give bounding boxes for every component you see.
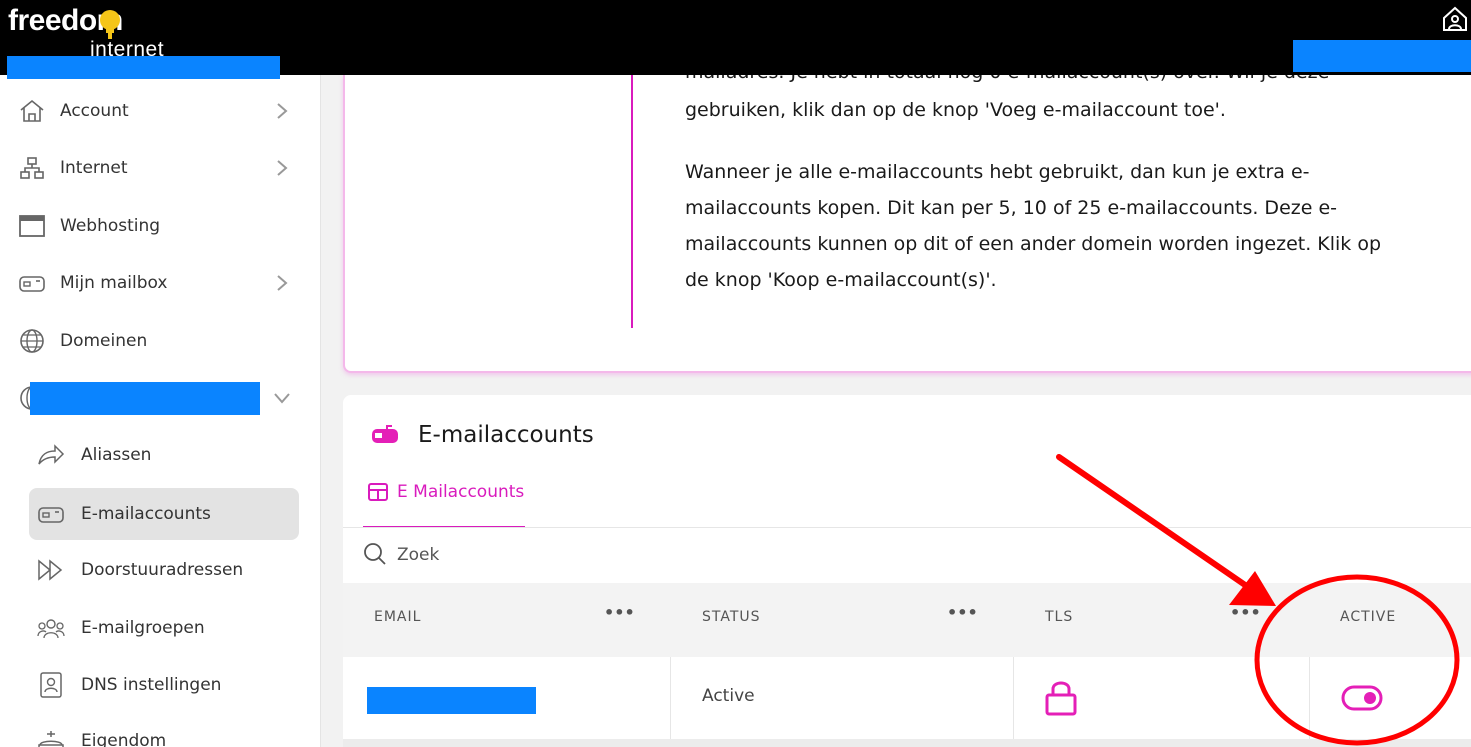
sidebar-item-eigendom[interactable]: Eigendom <box>29 715 299 747</box>
table-row[interactable] <box>343 739 1471 747</box>
search-icon <box>364 543 386 565</box>
cell-divider <box>1309 657 1310 739</box>
chevron-right-icon <box>277 275 288 291</box>
redacted-user-button[interactable] <box>1293 40 1471 72</box>
status-text: Active <box>702 686 755 706</box>
bulb-icon <box>100 10 120 39</box>
sidebar-item-e-mailaccounts[interactable]: E-mailaccounts <box>29 488 299 540</box>
sidebar-item-label: Aliassen <box>81 445 152 465</box>
mailbox-icon <box>372 425 398 443</box>
table-row[interactable]: Active <box>343 657 1471 739</box>
info-accent-line <box>631 75 633 328</box>
redacted-account-name <box>7 56 280 79</box>
sidebar-item-e-mailgroepen[interactable]: E-mailgroepen <box>29 602 299 654</box>
top-bar: freedom internet <box>0 0 1471 79</box>
chevron-right-icon <box>277 160 288 176</box>
sidebar-item-label: Eigendom <box>81 731 167 747</box>
cell-divider <box>670 657 671 739</box>
mailbox-icon <box>18 269 46 297</box>
chevron-down-icon <box>274 393 290 404</box>
column-menu-email[interactable]: ••• <box>604 603 635 622</box>
sidebar: Account Internet Webhosting Mijn mailbox… <box>0 75 321 747</box>
sidebar-item-doorstuuradressen[interactable]: Doorstuuradressen <box>29 544 299 596</box>
sidebar-item-domeinen[interactable]: Domeinen <box>0 315 320 367</box>
mailbox-icon <box>37 500 65 528</box>
column-header-active[interactable]: ACTIVE <box>1340 609 1396 625</box>
column-menu-tls[interactable]: ••• <box>1230 603 1261 622</box>
sidebar-item-account[interactable]: Account <box>0 85 320 137</box>
info-card: mailadres. Je hebt in totaal nog 0 e-mai… <box>343 61 1471 373</box>
sidebar-item-label: E-mailgroepen <box>81 618 205 638</box>
table-icon <box>368 483 388 501</box>
info-paragraph-2: Wanneer je alle e-mailaccounts hebt gebr… <box>685 161 1382 291</box>
table-header: EMAIL ••• STATUS ••• TLS ••• ACTIVE <box>343 583 1471 657</box>
column-header-status[interactable]: STATUS <box>702 609 761 625</box>
column-header-tls[interactable]: TLS <box>1045 609 1073 625</box>
network-icon <box>18 154 46 182</box>
search-input[interactable] <box>397 541 797 569</box>
column-menu-status[interactable]: ••• <box>947 603 978 622</box>
crown-icon <box>37 727 65 747</box>
sidebar-item-label: Domeinen <box>60 331 148 351</box>
chevron-right-icon <box>277 103 288 119</box>
sidebar-item-aliassen[interactable]: Aliassen <box>29 429 299 481</box>
tab-label: E Mailaccounts <box>397 482 525 502</box>
share-arrow-icon <box>37 441 65 469</box>
mailaccounts-card: E-mailaccounts E Mailaccounts EMAIL ••• … <box>343 395 1471 747</box>
home-user-icon[interactable] <box>1441 5 1469 33</box>
sidebar-item-dns-instellingen[interactable]: DNS instellingen <box>29 659 299 711</box>
tab-e-mailaccounts[interactable]: E Mailaccounts <box>363 473 525 528</box>
sidebar-item-label: Webhosting <box>60 216 161 236</box>
sidebar-item-label: Mijn mailbox <box>60 273 168 293</box>
sidebar-item-label: DNS instellingen <box>81 675 222 695</box>
forward-icon <box>37 556 65 584</box>
sidebar-item-label: Account <box>60 101 129 121</box>
redacted-domain-name <box>30 382 260 415</box>
lock-icon <box>1045 681 1077 716</box>
home-icon <box>18 97 46 125</box>
column-header-email[interactable]: EMAIL <box>374 609 421 625</box>
sidebar-item-internet[interactable]: Internet <box>0 142 320 194</box>
sidebar-item-webhosting[interactable]: Webhosting <box>0 200 320 252</box>
cell-divider <box>1013 657 1014 739</box>
info-paragraph-1: gebruiken, klik dan op de knop 'Voeg e-m… <box>685 99 1226 121</box>
group-icon <box>37 614 65 642</box>
redacted-email <box>367 687 536 714</box>
globe-icon <box>18 327 46 355</box>
sidebar-item-domain-selected[interactable] <box>0 372 320 424</box>
sidebar-item-label: E-mailaccounts <box>81 504 211 524</box>
browser-window-icon <box>18 212 46 240</box>
divider <box>343 527 1471 528</box>
active-toggle[interactable] <box>1341 684 1383 712</box>
sidebar-item-label: Internet <box>60 158 128 178</box>
sidebar-item-mijn-mailbox[interactable]: Mijn mailbox <box>0 257 320 309</box>
contact-card-icon <box>37 671 65 699</box>
page-title: E-mailaccounts <box>418 422 594 448</box>
sidebar-item-label: Doorstuuradressen <box>81 560 244 580</box>
